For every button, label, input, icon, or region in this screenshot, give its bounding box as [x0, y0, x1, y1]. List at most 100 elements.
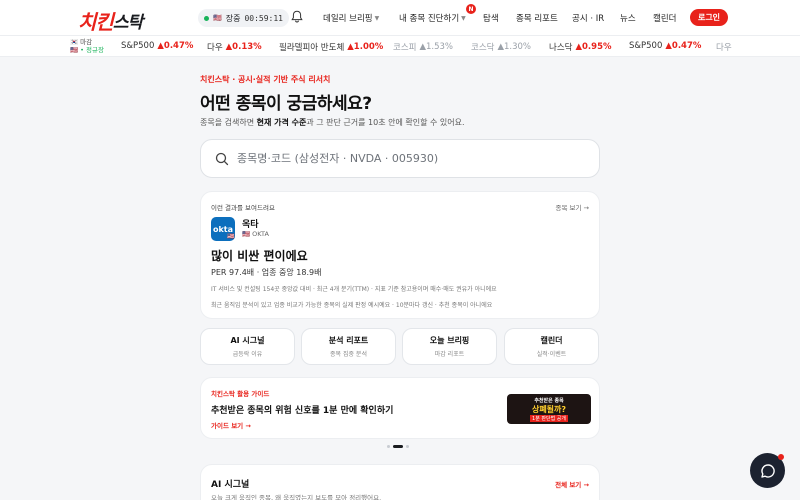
quick-link-analysis-report[interactable]: 분석 리포트종목 집중 분석: [301, 328, 396, 365]
quick-link-sub: 급등락 이유: [232, 351, 263, 358]
thumb-line2: 상폐될까?: [531, 404, 567, 414]
card-header: 이런 결과를 보여드려요: [211, 204, 275, 212]
stock-name: 옥타: [242, 220, 259, 230]
example-note: 최근 움직임 분석이 있고 업종 비교가 가능한 종목의 실제 판정 예시예요 …: [211, 302, 493, 309]
ticker-name: 코스닥: [471, 43, 495, 53]
nav-label: 내 종목 진단하기: [399, 14, 460, 24]
carousel-dot-active[interactable]: [393, 445, 403, 448]
chat-button[interactable]: [750, 453, 785, 488]
ticker-value: ▲0.47%: [665, 41, 702, 51]
ticker-name: S&P500: [629, 41, 663, 51]
notification-badge: [778, 454, 784, 460]
nav-label: 공시 · IR: [572, 14, 605, 24]
ticker-item[interactable]: 필라델피아 반도체 ▲1.00%: [279, 41, 383, 53]
ticker-item[interactable]: S&P500 ▲0.47%: [629, 41, 701, 51]
ticker-item[interactable]: 코스피 ▲1.53%: [393, 41, 453, 53]
nav-label: 탐색: [483, 14, 499, 24]
example-result-card[interactable]: 이런 결과를 보여드려요 종목 보기 → okta 🇺🇸 옥타 🇺🇸 OKTA …: [200, 191, 600, 319]
quick-link-calendar[interactable]: 캘린더 실적·이벤트: [504, 328, 599, 365]
nav-label: 데일리 브리핑: [323, 14, 373, 24]
ticker-item[interactable]: 다우: [716, 41, 735, 53]
ticker-value: ▲0.95%: [575, 42, 612, 52]
market-status-pill: 🇺🇸 장중 00:59:11: [198, 9, 289, 27]
carousel-dots: [387, 445, 409, 448]
ticker-value: ▲0.47%: [157, 41, 194, 51]
quick-link-ai-signal[interactable]: AI 시그널급등락 이유: [200, 328, 295, 365]
section-subtitle: 오늘 크게 움직인 종목, 왜 움직였는지 보도를 모아 정리했어요.: [211, 494, 382, 500]
ticker-name: 다우: [716, 43, 732, 53]
chat-bubble-icon: [760, 463, 775, 478]
nav-label: 뉴스: [620, 14, 636, 24]
view-all-link[interactable]: 전체 보기 →: [555, 479, 589, 489]
bell-icon[interactable]: [291, 10, 303, 23]
hero-subtitle: 종목을 검색하면 현재 가격 수준과 그 판단 근거를 10초 안에 확인할 수…: [200, 117, 465, 128]
ticker-name: 나스닥: [549, 43, 573, 53]
ticker-item[interactable]: 다우 ▲0.13%: [207, 41, 262, 53]
search-input[interactable]: [237, 152, 577, 165]
kr-market-status: 🇰🇷 마감: [70, 38, 93, 46]
quick-link-today-briefing[interactable]: 오늘 브리핑마감 리포트: [402, 328, 497, 365]
ticker-item[interactable]: S&P500 ▲0.47%: [121, 41, 193, 51]
disclaimer-note: IT 서비스 및 컨설팅 154곳 중앙값 대비 · 최근 4개 분기(TTM)…: [211, 286, 497, 293]
quick-link-title: 오늘 브리핑: [429, 336, 470, 345]
logo[interactable]: 치킨 스탁: [78, 6, 143, 35]
us-market-status: 🇺🇸 • 정규장: [70, 46, 104, 54]
nav-stock-report[interactable]: 종목 리포트: [516, 12, 558, 24]
subtitle-bold: 현재 가격 수준: [256, 118, 307, 127]
guide-eyebrow: 치킨스탁 활용 가이드: [211, 390, 270, 398]
search-icon: [215, 152, 229, 165]
quick-link-title: 캘린더: [540, 336, 563, 345]
subtitle-post: 과 그 판단 근거를 10초 안에 확인할 수 있어요.: [306, 118, 465, 127]
ticker-value: ▲1.30%: [497, 42, 532, 52]
nav-news[interactable]: 뉴스: [620, 12, 636, 24]
hero-eyebrow: 치킨스탁 · 공시·실적 기반 주식 리서치: [200, 75, 331, 84]
us-flag-icon: 🇺🇸: [213, 14, 222, 22]
ticker-name: S&P500: [121, 41, 155, 51]
valuation-verdict: 많이 비싼 편이에요: [211, 249, 308, 263]
ticker-item[interactable]: 나스닥 ▲0.95%: [549, 41, 612, 53]
thumb-line1: 추천받은 종목: [534, 397, 564, 404]
ticker-value: ▲1.00%: [347, 42, 384, 52]
logo-part2: 스탁: [112, 13, 143, 33]
market-ticker: 🇰🇷 마감 🇺🇸 • 정규장 S&P500 ▲0.47% 다우 ▲0.13% 필라델…: [0, 35, 800, 57]
quick-link-sub: 종목 집중 분석: [330, 351, 367, 358]
chevron-down-icon: ▼: [461, 14, 466, 22]
nav-label: 종목 리포트: [516, 14, 558, 24]
per-summary: PER 97.4배 · 업종 중앙 18.9배: [211, 268, 322, 277]
quick-link-title: 분석 리포트: [328, 336, 369, 345]
live-dot-icon: [204, 15, 209, 21]
guide-title: 추천받은 종목의 위험 신호를 1분 만에 확인하기: [211, 406, 394, 416]
nav-diagnose[interactable]: 내 종목 진단하기 ▼: [399, 12, 466, 24]
guide-link[interactable]: 가이드 보기 →: [211, 420, 251, 430]
quick-link-title: AI 시그널: [230, 336, 265, 345]
nav-calendar[interactable]: 캘린더: [653, 12, 676, 24]
chevron-down-icon: ▼: [374, 14, 380, 22]
quick-link-sub: 마감 리포트: [434, 351, 465, 358]
nav-disclosure-ir[interactable]: 공시 · IR: [572, 12, 604, 24]
ticker-name: 코스피: [393, 43, 417, 53]
market-status-label: 장중: [225, 13, 241, 23]
search-box[interactable]: [200, 139, 600, 178]
ticker-value: ▲1.53%: [419, 42, 454, 52]
section-title: AI 시그널: [211, 480, 250, 490]
ticker-item[interactable]: 코스닥 ▲1.30%: [471, 41, 531, 53]
ticker-name: 다우: [207, 43, 223, 53]
market-timer: 00:59:11: [244, 13, 283, 23]
nav-explore[interactable]: 탐색: [483, 12, 499, 24]
top-header: 치킨 스탁 🇺🇸 장중 00:59:11 데일리 브리핑 ▼ 내 종목 진단하기 ▼ …: [0, 0, 800, 35]
logo-part1: 치킨: [78, 10, 114, 34]
ticker-name: 필라델피아 반도체: [279, 43, 345, 53]
stock-code: 🇺🇸 OKTA: [242, 230, 269, 238]
nav-daily-briefing[interactable]: 데일리 브리핑 ▼: [323, 12, 379, 24]
view-stock-link[interactable]: 종목 보기 →: [556, 202, 590, 212]
login-button[interactable]: 로그인: [690, 9, 728, 26]
guide-thumbnail: 추천받은 종목 상폐될까? 1분 판단법 공개: [507, 394, 591, 424]
ai-signal-section: AI 시그널 오늘 크게 움직인 종목, 왜 움직였는지 보도를 모아 정리했어…: [200, 464, 600, 500]
ticker-market-status: 🇰🇷 마감 🇺🇸 • 정규장: [70, 38, 104, 54]
nav-label: 캘린더: [653, 14, 677, 24]
guide-banner[interactable]: 치킨스탁 활용 가이드 추천받은 종목의 위험 신호를 1분 만에 확인하기 가…: [200, 377, 600, 439]
ticker-value: ▲0.13%: [225, 42, 262, 52]
carousel-dot[interactable]: [387, 445, 390, 448]
carousel-dot[interactable]: [406, 445, 409, 448]
new-badge: N: [466, 4, 476, 14]
